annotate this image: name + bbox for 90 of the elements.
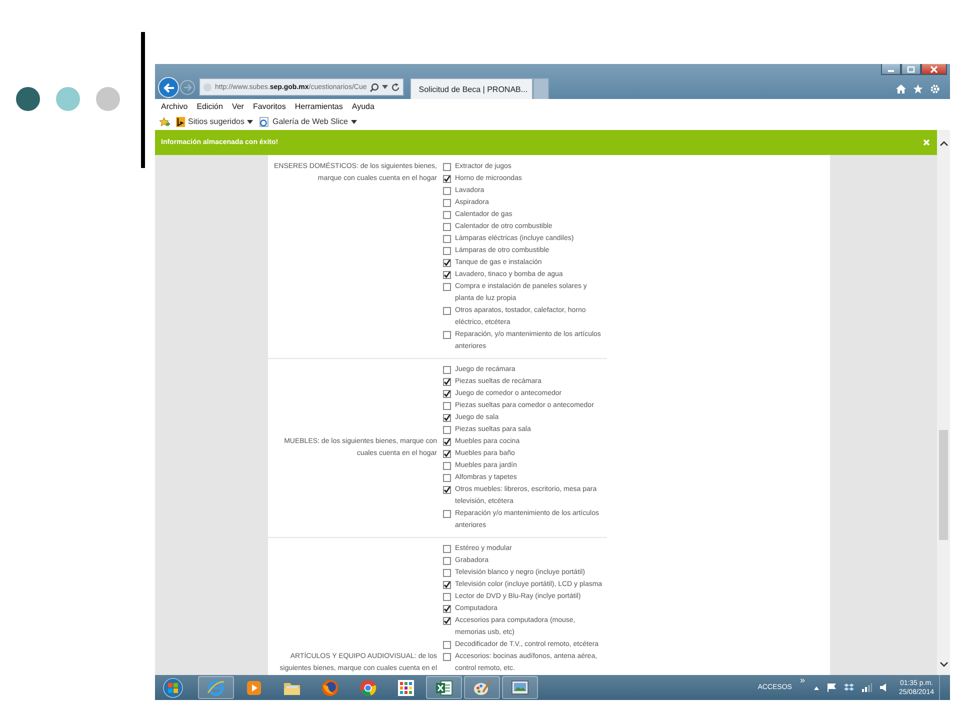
checkbox[interactable] bbox=[443, 235, 451, 243]
checkbox[interactable] bbox=[443, 259, 451, 267]
photo-viewer-icon bbox=[511, 680, 529, 695]
decorative-dot bbox=[16, 87, 40, 111]
restore-button[interactable] bbox=[901, 64, 921, 75]
show-hidden-icon[interactable] bbox=[814, 686, 819, 690]
close-icon bbox=[930, 66, 938, 72]
dropdown-icon bbox=[350, 120, 357, 124]
taskbar-button[interactable] bbox=[426, 676, 462, 699]
favorites-link[interactable]: Galería de Web Slice bbox=[259, 116, 357, 126]
checkbox[interactable] bbox=[443, 557, 451, 565]
checkbox[interactable] bbox=[443, 438, 451, 446]
checkbox[interactable] bbox=[443, 283, 451, 291]
ie-page-icon bbox=[259, 116, 270, 126]
forward-arrow-icon bbox=[184, 84, 192, 91]
menu-item[interactable]: Herramientas bbox=[294, 102, 343, 110]
firefox-icon bbox=[321, 678, 339, 696]
checkbox[interactable] bbox=[443, 402, 451, 410]
checkbox[interactable] bbox=[443, 366, 451, 374]
favorites-star-icon[interactable] bbox=[159, 116, 170, 126]
checkbox[interactable] bbox=[443, 462, 451, 470]
menu-item[interactable]: Archivo bbox=[161, 102, 188, 110]
forward-button[interactable] bbox=[180, 80, 195, 95]
checkbox[interactable] bbox=[443, 510, 451, 518]
search-icon bbox=[370, 82, 379, 92]
paint-palette-icon bbox=[473, 678, 491, 696]
menu-item[interactable]: Edición bbox=[196, 102, 223, 110]
dropdown-icon bbox=[247, 120, 254, 124]
close-icon[interactable] bbox=[923, 139, 930, 146]
checkbox[interactable] bbox=[443, 569, 451, 577]
close-button[interactable] bbox=[921, 64, 947, 75]
checkbox[interactable] bbox=[443, 486, 451, 494]
checkbox[interactable] bbox=[443, 426, 451, 434]
scrollbar[interactable] bbox=[937, 130, 950, 675]
checkbox[interactable] bbox=[443, 390, 451, 398]
browser-tab[interactable]: Solicitud de Beca | PRONAB... bbox=[410, 78, 533, 99]
chrome-icon bbox=[359, 678, 377, 696]
checkbox[interactable] bbox=[443, 641, 451, 649]
ie-icon bbox=[207, 678, 225, 696]
checkbox[interactable] bbox=[443, 605, 451, 613]
checkbox[interactable] bbox=[443, 450, 451, 458]
menu-item[interactable]: Ver bbox=[232, 102, 244, 110]
scroll-thumb[interactable] bbox=[939, 430, 948, 540]
flag-icon[interactable] bbox=[826, 683, 836, 692]
speaker-icon[interactable] bbox=[880, 683, 888, 692]
home-icon[interactable] bbox=[896, 84, 906, 94]
checkbox[interactable] bbox=[443, 211, 451, 219]
toolbar-chevron[interactable]: » bbox=[800, 675, 805, 685]
spreadsheet-icon bbox=[435, 680, 453, 696]
bing-icon bbox=[176, 116, 185, 126]
checkbox[interactable] bbox=[443, 175, 451, 183]
scroll-up-icon[interactable] bbox=[940, 141, 948, 146]
checkbox[interactable] bbox=[443, 331, 451, 339]
checkbox[interactable] bbox=[443, 581, 451, 589]
checkbox[interactable] bbox=[443, 199, 451, 207]
checkbox[interactable] bbox=[443, 593, 451, 601]
decorative-dot bbox=[96, 87, 120, 111]
restore-icon bbox=[907, 66, 915, 72]
taskbar-button[interactable] bbox=[502, 676, 538, 699]
checkbox[interactable] bbox=[443, 187, 451, 195]
checkbox[interactable] bbox=[443, 378, 451, 386]
menu-item[interactable]: Favoritos bbox=[252, 102, 286, 110]
checkbox[interactable] bbox=[443, 163, 451, 171]
minimize-button[interactable] bbox=[881, 64, 901, 75]
checkbox[interactable] bbox=[443, 223, 451, 231]
checkbox[interactable] bbox=[443, 271, 451, 279]
checkbox[interactable] bbox=[443, 247, 451, 255]
scroll-down-icon[interactable] bbox=[940, 662, 948, 667]
refresh-icon bbox=[390, 82, 400, 92]
app-grid-icon bbox=[398, 680, 414, 696]
checkbox[interactable] bbox=[443, 307, 451, 315]
dropdown-icon bbox=[382, 85, 388, 89]
back-button[interactable] bbox=[158, 77, 179, 98]
taskbar-button[interactable] bbox=[464, 676, 500, 699]
media-player-icon bbox=[246, 680, 262, 696]
star-icon[interactable] bbox=[913, 84, 923, 94]
menu-item[interactable]: Ayuda bbox=[352, 102, 374, 110]
checkbox[interactable] bbox=[443, 414, 451, 422]
checkbox[interactable] bbox=[443, 617, 451, 625]
back-arrow-icon bbox=[162, 82, 174, 92]
checkbox[interactable] bbox=[443, 474, 451, 482]
checkbox[interactable] bbox=[443, 545, 451, 553]
decorative-dot bbox=[56, 87, 80, 111]
taskbar-button[interactable] bbox=[198, 676, 234, 699]
signal-icon[interactable] bbox=[862, 683, 872, 692]
favorites-link[interactable]: Sitios sugeridos bbox=[176, 116, 254, 126]
windows-orb-icon bbox=[163, 678, 183, 698]
box-icon[interactable] bbox=[844, 683, 854, 692]
settings-icon[interactable] bbox=[930, 84, 940, 94]
checkbox[interactable] bbox=[443, 653, 451, 661]
